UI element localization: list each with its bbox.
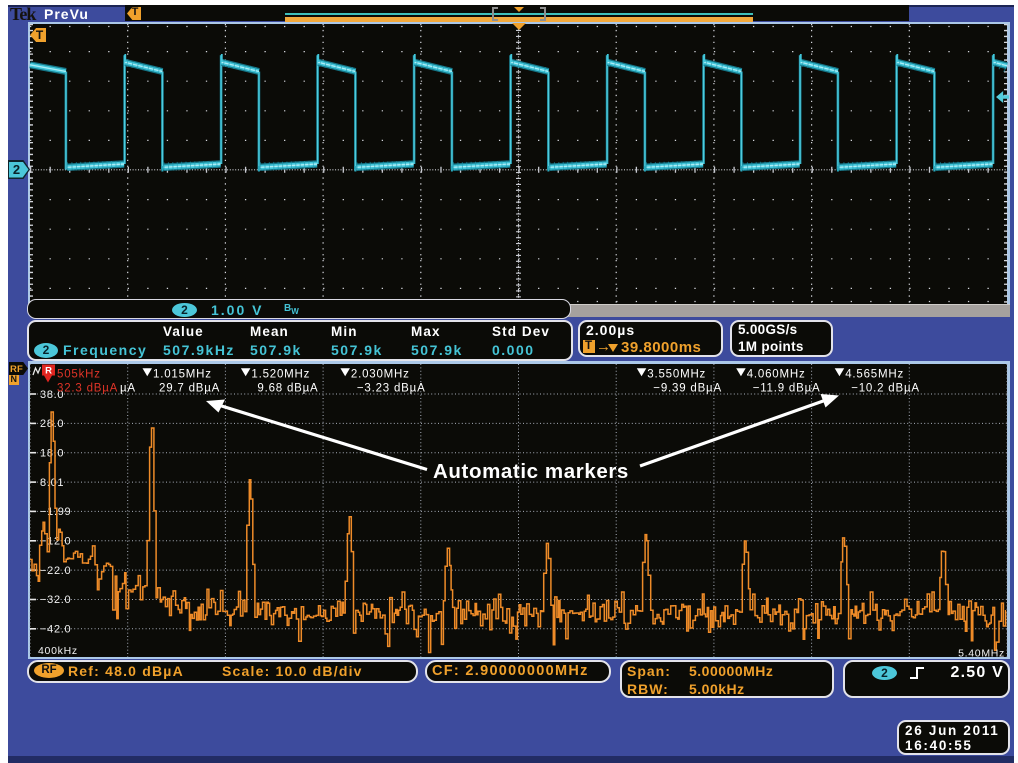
- svg-text:µA: µA: [120, 383, 136, 395]
- svg-text:−10.2 dBµA: −10.2 dBµA: [851, 383, 920, 395]
- svg-text:505kHz: 505kHz: [57, 369, 101, 381]
- svg-text:29.7 dBµA: 29.7 dBµA: [159, 383, 220, 395]
- svg-text:8.01: 8.01: [40, 477, 64, 489]
- svg-text:−3.23 dBµA: −3.23 dBµA: [357, 383, 426, 395]
- svg-text:32.3 dBµA: 32.3 dBµA: [57, 383, 118, 395]
- svg-text:400kHz: 400kHz: [38, 645, 78, 657]
- svg-text:−11.9 dBµA: −11.9 dBµA: [753, 383, 821, 395]
- svg-text:−12.0: −12.0: [40, 536, 71, 548]
- svg-text:4.565MHz: 4.565MHz: [845, 369, 904, 381]
- svg-text:28.0: 28.0: [40, 418, 64, 430]
- svg-text:−32.0: −32.0: [40, 594, 71, 606]
- svg-text:5.40MHz: 5.40MHz: [958, 648, 1005, 660]
- svg-text:18.0: 18.0: [40, 448, 64, 460]
- svg-text:1.520MHz: 1.520MHz: [251, 369, 310, 381]
- svg-text:−42.0: −42.0: [40, 624, 71, 636]
- svg-text:4.060MHz: 4.060MHz: [747, 369, 806, 381]
- svg-text:Automatic markers: Automatic markers: [433, 460, 629, 483]
- svg-text:3.550MHz: 3.550MHz: [647, 369, 706, 381]
- svg-text:−9.39 dBµA: −9.39 dBµA: [653, 383, 722, 395]
- svg-text:1.015MHz: 1.015MHz: [153, 369, 212, 381]
- svg-text:9.68 dBµA: 9.68 dBµA: [257, 383, 318, 395]
- svg-text:−22.0: −22.0: [40, 565, 71, 577]
- svg-text:R: R: [45, 366, 52, 377]
- svg-text:2.030MHz: 2.030MHz: [351, 369, 410, 381]
